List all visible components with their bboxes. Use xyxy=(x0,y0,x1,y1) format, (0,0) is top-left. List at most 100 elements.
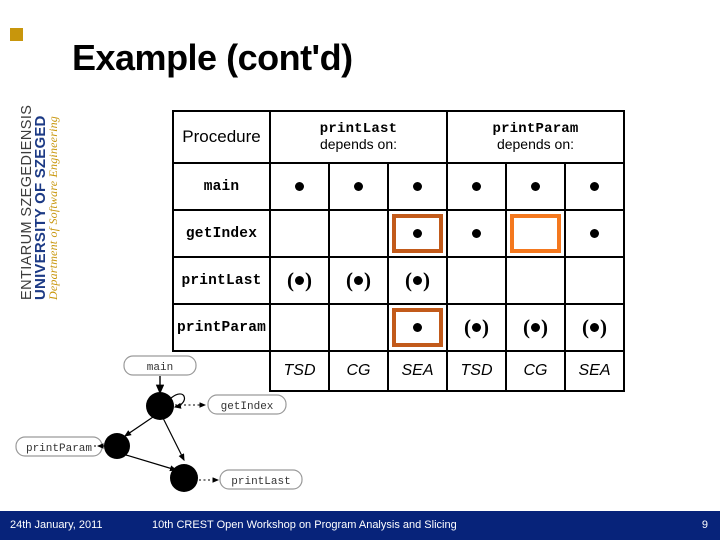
dot-glyph xyxy=(413,181,422,191)
paren-open: ( xyxy=(582,314,589,339)
algorithm-label-cell: SEA xyxy=(564,350,625,392)
header-procedure: Procedure xyxy=(172,110,271,164)
dependency-dot-parenthesised: () xyxy=(582,314,607,339)
dot-glyph xyxy=(413,322,422,332)
dependency-cell xyxy=(564,209,625,258)
dot-glyph xyxy=(354,275,363,285)
footer-page-number: 9 xyxy=(701,519,708,531)
footer-date: 24th January, 2011 xyxy=(10,519,103,531)
dependency-cell xyxy=(505,256,566,305)
node-label-printlast: printLast xyxy=(219,469,303,490)
graph-node-main xyxy=(146,392,174,420)
dependency-cell xyxy=(269,303,330,352)
node-label-getindex: getIndex xyxy=(207,394,287,415)
paren-close: ) xyxy=(364,267,371,292)
table-header-row: Procedure printLast depends on: printPar… xyxy=(172,110,625,164)
procedure-name-cell: main xyxy=(172,162,271,211)
dot-glyph xyxy=(413,275,422,285)
dependency-cell: () xyxy=(328,256,389,305)
dependency-dot-parenthesised: () xyxy=(287,267,312,292)
dependency-cell xyxy=(564,256,625,305)
dependency-cell xyxy=(269,209,330,258)
algorithm-label-cell: CG xyxy=(328,350,389,392)
header-group1-name: printLast xyxy=(319,120,398,137)
dot-glyph xyxy=(531,322,540,332)
dependency-cell xyxy=(505,162,566,211)
call-graph-diagram: main getIndex printParam printLast xyxy=(8,352,318,502)
dependency-dot xyxy=(295,181,304,191)
algorithm-label-cell: SEA xyxy=(387,350,448,392)
dot-glyph xyxy=(472,228,481,238)
dependency-cell xyxy=(387,162,448,211)
university-logo-square xyxy=(10,28,23,41)
dependency-cell xyxy=(505,209,566,258)
header-group1-sub: depends on: xyxy=(319,136,398,152)
header-group-printparam: printParam depends on: xyxy=(446,110,625,164)
paren-close: ) xyxy=(305,267,312,292)
algorithm-label-cell: CG xyxy=(505,350,566,392)
dot-glyph xyxy=(354,181,363,191)
table-row: printLast()()() xyxy=(172,256,625,305)
node-label-printparam: printParam xyxy=(15,436,103,457)
dependency-cell xyxy=(446,209,507,258)
dependency-dot xyxy=(472,228,481,238)
node-label-printlast-text: printLast xyxy=(231,476,290,488)
dependency-dot-parenthesised: () xyxy=(523,314,548,339)
dependency-dot-parenthesised: () xyxy=(405,267,430,292)
dependency-dot-parenthesised: () xyxy=(464,314,489,339)
dot-glyph xyxy=(413,228,422,238)
table-row: printParam()()() xyxy=(172,303,625,352)
graph-node-printlast xyxy=(170,464,198,492)
node-label-main: main xyxy=(123,355,197,376)
dot-glyph xyxy=(472,322,481,332)
slide-title: Example (cont'd) xyxy=(72,37,353,78)
footer-notch xyxy=(0,507,170,511)
paren-open: ( xyxy=(405,267,412,292)
dependency-cell xyxy=(328,162,389,211)
dot-glyph xyxy=(590,228,599,238)
dependency-cell xyxy=(328,209,389,258)
paren-close: ) xyxy=(600,314,607,339)
edge-n2-to-n3 xyxy=(125,454,178,472)
node-label-getindex-text: getIndex xyxy=(221,401,274,413)
dependency-dot xyxy=(413,322,422,332)
procedure-name-cell: getIndex xyxy=(172,209,271,258)
dependency-table: Procedure printLast depends on: printPar… xyxy=(172,110,625,392)
table-row: getIndex xyxy=(172,209,625,258)
dependency-dot xyxy=(531,181,540,191)
header-group2-sub: depends on: xyxy=(496,136,575,152)
paren-open: ( xyxy=(464,314,471,339)
paren-open: ( xyxy=(523,314,530,339)
department-name: Department of Software Engineering xyxy=(46,116,60,300)
dependency-dot-parenthesised: () xyxy=(346,267,371,292)
dependency-cell xyxy=(446,256,507,305)
dependency-cell xyxy=(564,162,625,211)
edge-n1-to-n3 xyxy=(162,417,185,462)
dependency-cell xyxy=(328,303,389,352)
dependency-dot xyxy=(413,181,422,191)
header-group2-name: printParam xyxy=(492,120,579,137)
paren-open: ( xyxy=(287,267,294,292)
procedure-name-cell: printParam xyxy=(172,303,271,352)
dot-glyph xyxy=(590,322,599,332)
dependency-cell xyxy=(387,209,448,258)
dot-glyph xyxy=(531,181,540,191)
dependency-cell: () xyxy=(505,303,566,352)
footer-event: 10th CREST Open Workshop on Program Anal… xyxy=(152,519,457,531)
dot-glyph xyxy=(590,181,599,191)
dependency-cell xyxy=(387,303,448,352)
edge-n1-to-n2 xyxy=(124,416,154,437)
paren-open: ( xyxy=(346,267,353,292)
procedure-name-cell: printLast xyxy=(172,256,271,305)
dot-glyph xyxy=(295,275,304,285)
algorithm-label-cell: TSD xyxy=(446,350,507,392)
paren-close: ) xyxy=(482,314,489,339)
graph-node-printparam xyxy=(104,433,130,459)
paren-close: ) xyxy=(541,314,548,339)
dependency-dot xyxy=(590,228,599,238)
slide-footer: 24th January, 2011 10th CREST Open Works… xyxy=(0,507,720,540)
dot-glyph xyxy=(295,181,304,191)
dependency-cell: () xyxy=(387,256,448,305)
paren-close: ) xyxy=(423,267,430,292)
dependency-cell xyxy=(269,162,330,211)
